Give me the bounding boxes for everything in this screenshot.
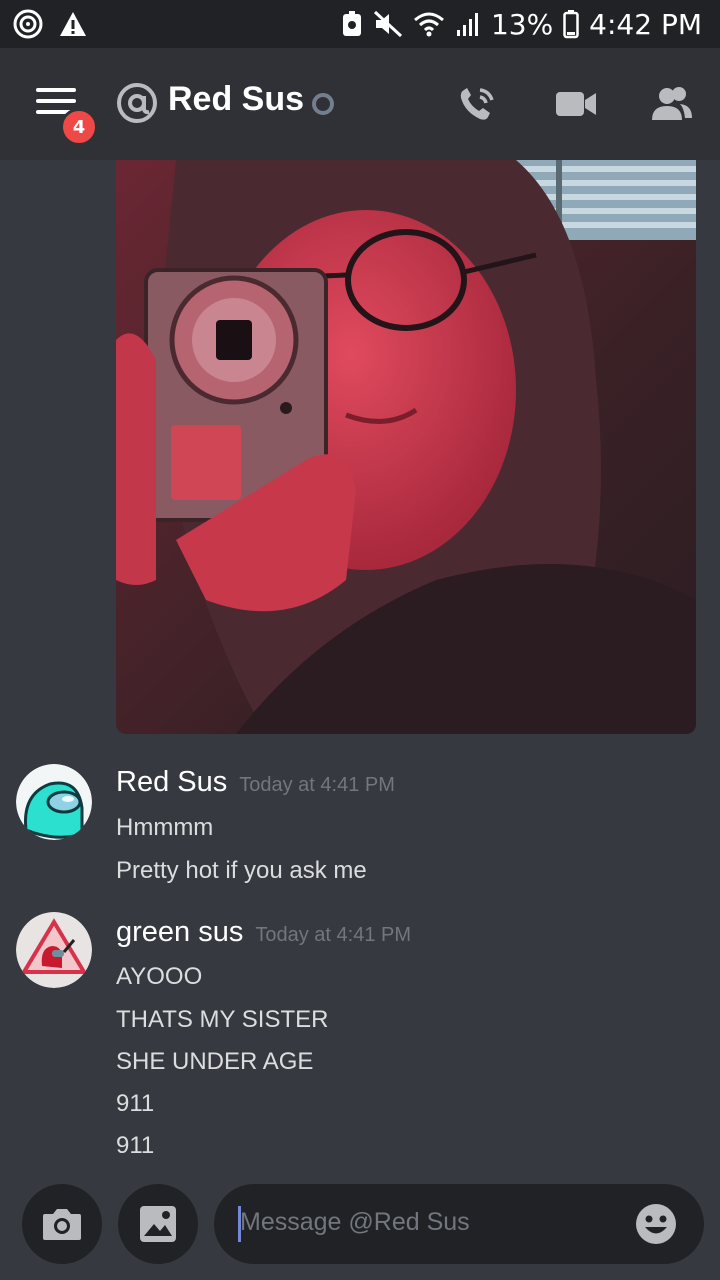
channel-header: 4 Red Sus [0,48,720,160]
message-composer: Message @Red Sus [0,1170,720,1280]
avatar[interactable] [16,764,92,840]
camera-icon [43,1209,81,1240]
battery-percent: 13% [490,7,554,41]
message-text: SHE UNDER AGE [116,1048,314,1075]
message-text: 911 [116,1132,155,1159]
message-text: 911 [116,1090,155,1117]
image-attachment[interactable] [116,160,696,734]
message-text: AYOOO [116,963,203,990]
status-bar: 13% 4:42 PM [0,0,720,48]
crewmate-warning-avatar [16,912,92,988]
message-timestamp: Today at 4:41 PM [239,774,395,796]
gallery-button[interactable] [118,1184,198,1264]
warning-icon [60,12,86,36]
message-text: Pretty hot if you ask me [116,857,367,884]
message-input[interactable]: Message @Red Sus [214,1184,704,1264]
fingerprint-icon [13,9,43,39]
battery-icon [563,10,579,39]
message-author[interactable]: green sus Today at 4:41 PM [116,916,411,949]
clock: 4:42 PM [589,7,702,41]
mute-icon [373,10,402,38]
at-icon [117,83,157,123]
crewmate-cyan-avatar [16,764,92,840]
message-author[interactable]: Red Sus Today at 4:41 PM [116,766,395,799]
signal-icon [456,13,478,36]
camera-button[interactable] [22,1184,102,1264]
message-text: Hmmmm [116,814,214,841]
message-placeholder: Message @Red Sus [240,1208,470,1236]
author-name: green sus [116,916,244,948]
author-name: Red Sus [116,766,228,798]
members-icon[interactable] [650,84,694,124]
message-text: THATS MY SISTER [116,1006,329,1033]
saver-icon [342,11,361,36]
presence-indicator [312,93,334,115]
unread-badge: 4 [60,108,98,146]
video-call-icon[interactable] [554,84,598,124]
wifi-icon [413,12,444,37]
message-timestamp: Today at 4:41 PM [255,924,412,946]
photo [116,160,696,734]
image-icon [140,1206,176,1242]
voice-call-icon[interactable] [456,84,500,124]
page-title: Red Sus [168,80,305,118]
avatar[interactable] [16,912,92,988]
emoji-icon[interactable] [634,1202,678,1246]
